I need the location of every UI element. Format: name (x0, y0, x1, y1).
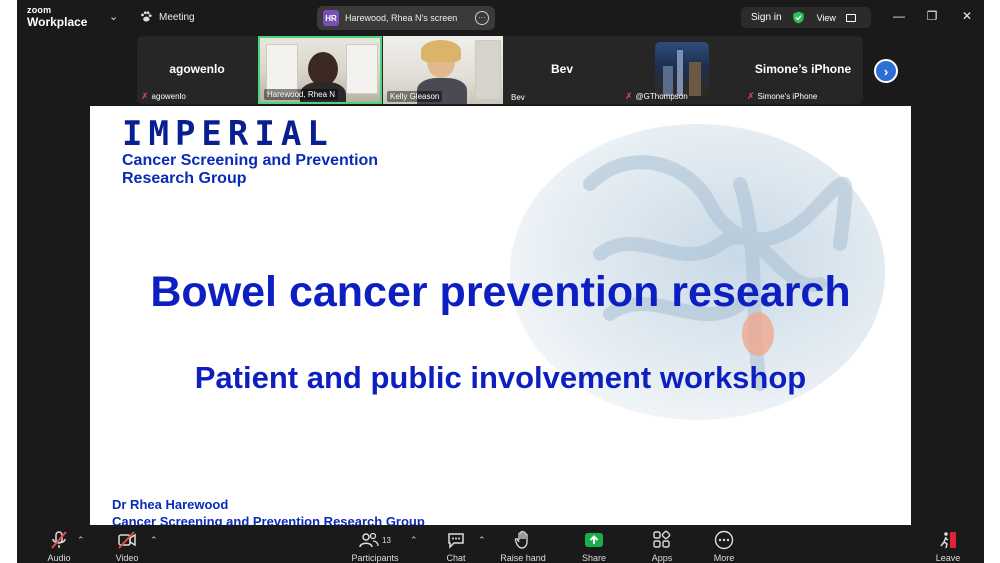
participant-tile[interactable]: ✗ @GThompson (621, 36, 731, 104)
participant-strip: agowenlo ✗ agowenlo Harewood, Rhea N Kell… (137, 36, 863, 104)
screen-share-banner[interactable]: HR Harewood, Rhea N's screen ··· (317, 6, 495, 30)
share-label: Share (581, 553, 607, 563)
leave-button[interactable]: Leave (931, 530, 965, 563)
security-shield-icon[interactable] (792, 11, 805, 24)
participant-name-label: ✗ @GThompson (625, 91, 688, 102)
participants-options-caret-icon[interactable]: ⌃ (410, 535, 418, 546)
audio-button[interactable]: Audio (41, 530, 77, 563)
video-button[interactable]: Video (109, 530, 145, 563)
sharer-initials-badge: HR (323, 10, 339, 26)
participant-name: @GThompson (635, 92, 688, 101)
view-button[interactable]: View (817, 13, 836, 23)
mic-muted-icon (51, 531, 67, 549)
view-grid-icon (845, 13, 856, 22)
door-frame (475, 40, 501, 100)
close-icon[interactable]: ✕ (957, 6, 977, 26)
bookshelf (266, 44, 298, 94)
mic-muted-icon: ✗ (625, 91, 633, 101)
participant-face (308, 52, 338, 86)
participants-icon (359, 532, 379, 548)
next-page-chevron-icon[interactable]: › (874, 59, 898, 83)
imperial-logo-text: IMPERIAL (122, 114, 334, 154)
more-options-icon[interactable]: ··· (475, 11, 489, 25)
chat-label: Chat (446, 553, 466, 563)
share-screen-icon (585, 533, 603, 547)
slide-title: Bowel cancer prevention research (150, 268, 851, 316)
more-icon (714, 530, 734, 550)
participants-button[interactable]: 13 Participants (345, 530, 405, 563)
research-group-name: Cancer Screening and Prevention Research… (122, 152, 379, 187)
chat-icon (448, 533, 464, 549)
apps-label: Apps (651, 553, 673, 563)
participants-count: 13 (382, 535, 391, 545)
shared-screen-slide: IMPERIAL Cancer Screening and Prevention… (90, 106, 911, 525)
zoom-workplace-logo: zoom Workplace (27, 5, 88, 29)
logo-line-1: zoom (27, 5, 52, 15)
raise-hand-button[interactable]: Raise hand (497, 530, 549, 563)
meeting-toolbar: Audio ⌃ Video ⌃ 13 Participants ⌃ Chat ⌃… (17, 525, 984, 563)
video-options-caret-icon[interactable]: ⌃ (150, 535, 158, 546)
mic-muted-icon: ✗ (141, 91, 149, 101)
restore-icon[interactable]: ❐ (922, 6, 942, 26)
skyscraper (689, 62, 701, 96)
participant-name-label: Bev (511, 93, 525, 102)
participant-tile[interactable]: agowenlo ✗ agowenlo (137, 36, 257, 104)
presenter-name: Dr Rhea Harewood (112, 497, 229, 512)
participant-display-name: agowenlo (169, 62, 225, 76)
title-bar: zoom Workplace ⌄ Meeting HR Harewood, Rh… (17, 0, 984, 34)
audio-label: Audio (47, 553, 71, 563)
participant-name-label: ✗ Simone's iPhone (747, 91, 817, 102)
participant-tile[interactable]: Simone’s iPhone ✗ Simone's iPhone (743, 36, 863, 104)
more-label: More (713, 553, 735, 563)
participants-label: Participants (351, 553, 399, 563)
participant-tile[interactable]: Bev Bev (507, 36, 617, 104)
participant-name: Harewood, Rhea N (267, 90, 336, 99)
screen-share-label: Harewood, Rhea N's screen (345, 13, 458, 23)
raise-hand-label: Raise hand (500, 553, 546, 563)
presenter-credit: Dr Rhea Harewood Cancer Screening and Pr… (112, 496, 425, 525)
video-off-icon (118, 531, 136, 549)
bookshelf (346, 44, 378, 94)
tumour-highlight (742, 312, 774, 356)
participant-display-name: Simone’s iPhone (754, 62, 852, 76)
meeting-menu[interactable]: Meeting (139, 10, 195, 24)
participant-display-name: Bev (550, 62, 573, 76)
participant-name: Simone's iPhone (757, 92, 818, 101)
sign-in-button[interactable]: Sign in (751, 12, 782, 23)
more-button[interactable]: More (709, 530, 739, 563)
participant-name-label: Kelly Gleason (387, 91, 443, 102)
leave-label: Leave (935, 553, 961, 563)
participant-video-tile[interactable]: Harewood, Rhea N (258, 36, 382, 104)
participant-name: Kelly Gleason (390, 92, 440, 101)
participant-name: Bev (511, 93, 525, 102)
logo-line-2: Workplace (27, 15, 88, 29)
paw-icon (141, 11, 152, 22)
meeting-label: Meeting (159, 11, 195, 23)
account-bar: Sign in View (741, 7, 871, 28)
apps-icon (653, 530, 671, 548)
chevron-down-icon[interactable]: ⌄ (109, 10, 118, 23)
skyscraper (677, 50, 683, 96)
minimize-icon[interactable]: — (889, 6, 909, 26)
zoom-window: zoom Workplace ⌄ Meeting HR Harewood, Rh… (17, 0, 984, 563)
mic-muted-icon: ✗ (747, 91, 755, 101)
participant-hair (421, 40, 461, 62)
participant-video-tile[interactable]: Kelly Gleason (383, 36, 503, 104)
participant-name-label: ✗ agowenlo (141, 91, 186, 102)
share-button[interactable]: Share (577, 530, 611, 563)
video-label: Video (115, 553, 139, 563)
city-skyline-avatar (655, 42, 709, 96)
presenter-group: Cancer Screening and Prevention Research… (112, 514, 425, 525)
chat-options-caret-icon[interactable]: ⌃ (478, 535, 486, 546)
participant-name: agowenlo (151, 92, 186, 101)
leave-icon (940, 532, 956, 549)
slide-subtitle: Patient and public involvement workshop (194, 360, 807, 395)
chat-button[interactable]: Chat (441, 530, 471, 563)
apps-button[interactable]: Apps (647, 530, 677, 563)
participant-name-label: Harewood, Rhea N (264, 89, 339, 100)
audio-options-caret-icon[interactable]: ⌃ (77, 535, 85, 546)
raise-hand-icon (514, 530, 528, 549)
